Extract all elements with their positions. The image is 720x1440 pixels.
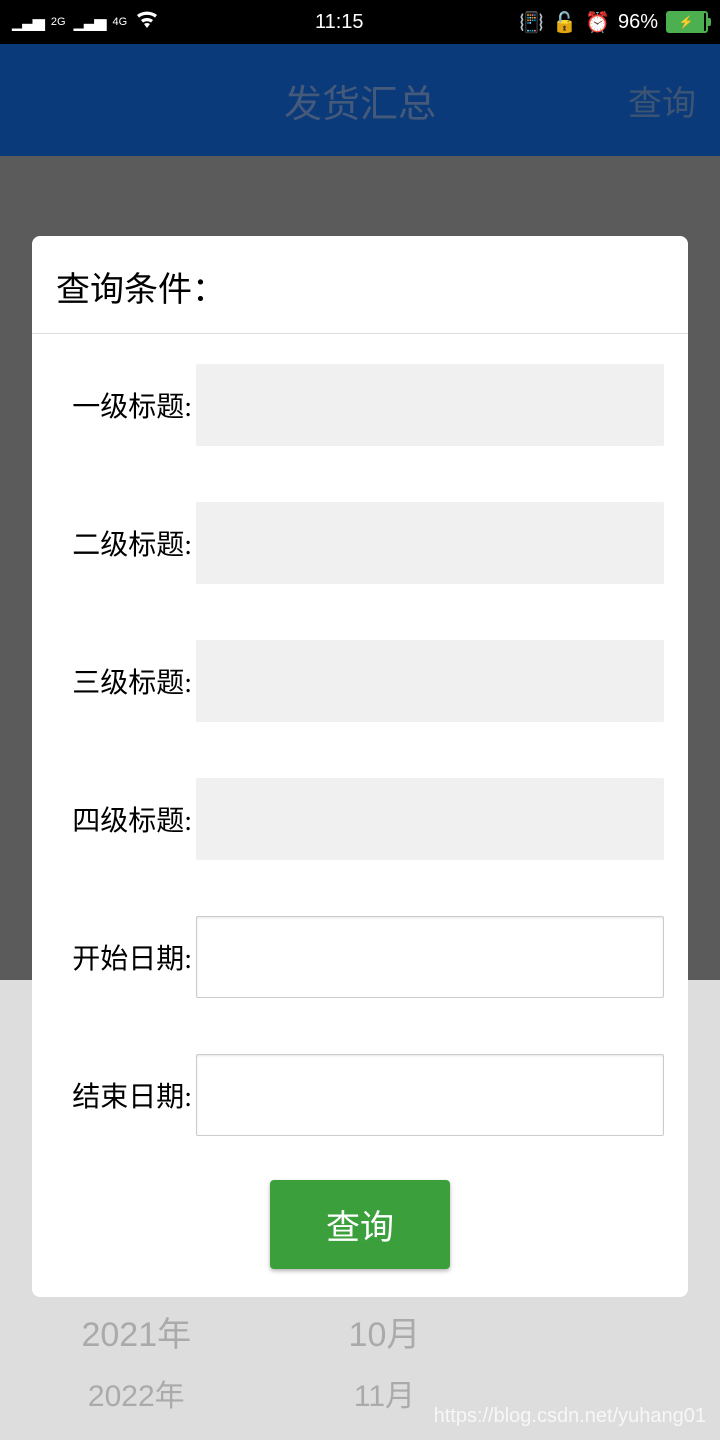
network-4g-label: 4G — [113, 16, 128, 28]
signal-2g-icon: ▁▃▅ — [12, 12, 43, 32]
status-right: 📳 🔓 ⏰ 96% ⚡ — [519, 10, 708, 35]
vibrate-icon: 📳 — [519, 10, 544, 35]
start-date-input[interactable] — [196, 916, 664, 998]
level3-input[interactable] — [196, 640, 664, 722]
status-bar: ▁▃▅ 2G ▁▃▅ 4G 11:15 📳 🔓 ⏰ 96% ⚡ — [0, 0, 720, 44]
query-modal: 查询条件： 一级标题: 二级标题: 三级标题: 四级标题: 开始日期: 结束日期… — [32, 236, 688, 1297]
level4-label: 四级标题: — [56, 799, 196, 839]
query-action[interactable]: 查询 — [628, 76, 696, 125]
end-date-label: 结束日期: — [56, 1075, 196, 1115]
end-date-input[interactable] — [196, 1054, 664, 1136]
submit-button[interactable]: 查询 — [270, 1180, 450, 1269]
watermark: https://blog.csdn.net/yuhang01 — [434, 1405, 706, 1428]
modal-title: 查询条件： — [32, 236, 688, 334]
form-row-start-date: 开始日期: — [32, 860, 688, 998]
form-row-end-date: 结束日期: — [32, 998, 688, 1136]
start-date-label: 开始日期: — [56, 937, 196, 977]
level1-input[interactable] — [196, 364, 664, 446]
level2-label: 二级标题: — [56, 523, 196, 563]
year-option[interactable]: 2021年 — [65, 1304, 207, 1366]
month-option[interactable]: 11月 — [338, 1366, 431, 1428]
year-option[interactable]: 2022年 — [65, 1366, 207, 1428]
network-2g-label: 2G — [51, 16, 66, 28]
level1-label: 一级标题: — [56, 385, 196, 425]
month-option[interactable]: 10月 — [338, 1304, 431, 1366]
level3-label: 三级标题: — [56, 661, 196, 701]
form-row-level3: 三级标题: — [32, 584, 688, 722]
page-title: 发货汇总 — [284, 73, 436, 128]
level4-input[interactable] — [196, 778, 664, 860]
lock-rotation-icon: 🔓 — [552, 10, 577, 35]
form-row-level1: 一级标题: — [32, 334, 688, 446]
signal-4g-icon: ▁▃▅ — [74, 12, 105, 32]
level2-input[interactable] — [196, 502, 664, 584]
status-left: ▁▃▅ 2G ▁▃▅ 4G — [12, 10, 159, 34]
wifi-icon — [135, 10, 159, 34]
form-row-level2: 二级标题: — [32, 446, 688, 584]
battery-fill: ⚡ — [668, 13, 704, 31]
form-row-level4: 四级标题: — [32, 722, 688, 860]
status-time: 11:15 — [315, 11, 364, 34]
app-header: 发货汇总 查询 — [0, 44, 720, 156]
alarm-icon: ⏰ — [585, 10, 610, 35]
battery-icon: ⚡ — [666, 11, 708, 33]
submit-row: 查询 — [32, 1180, 688, 1269]
battery-percent: 96% — [618, 11, 658, 34]
